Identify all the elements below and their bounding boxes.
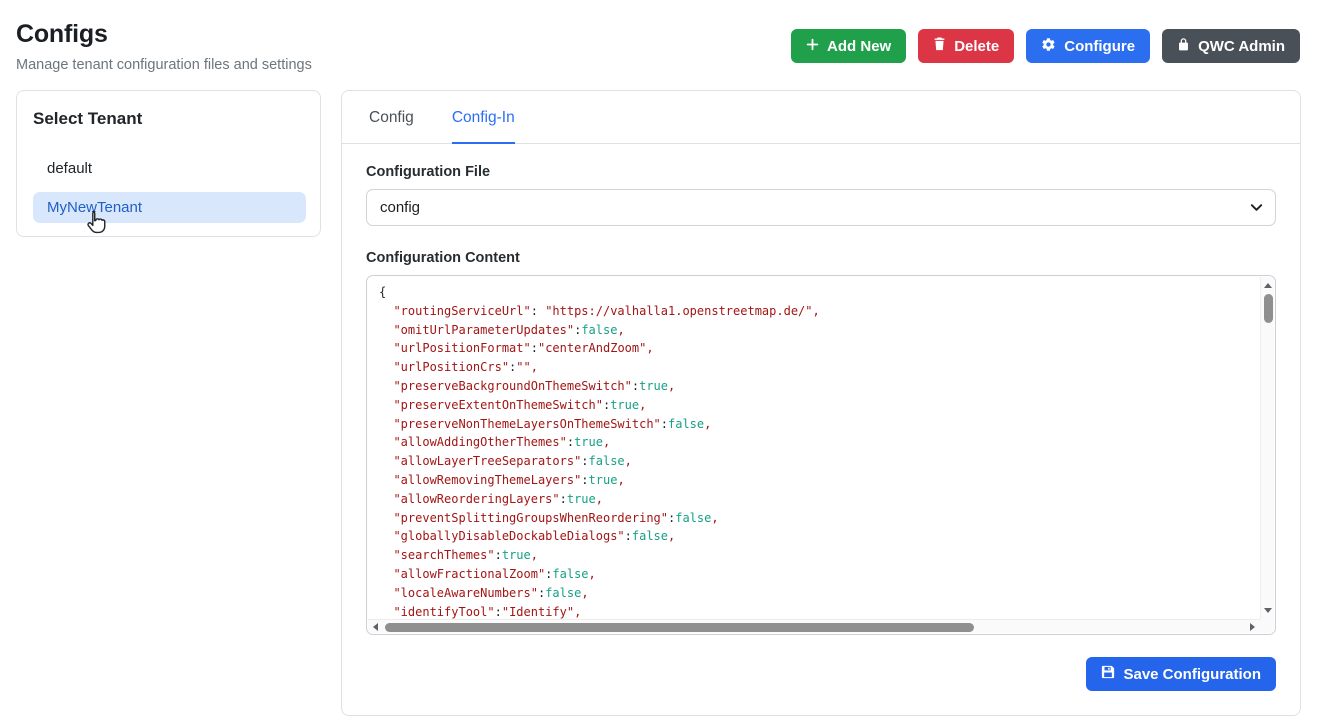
gear-icon [1041,37,1056,56]
scroll-left-arrow-icon[interactable] [373,623,378,631]
configure-label: Configure [1064,38,1135,55]
code-line: "localeAwareNumbers":false, [379,584,1256,603]
config-editor-content: Configuration File config Configuration … [342,144,1300,691]
tenant-panel-title: Select Tenant [33,109,306,129]
code-line: "urlPositionCrs":"", [379,358,1256,377]
plus-icon [806,38,819,55]
code-line: "routingServiceUrl": "https://valhalla1.… [379,302,1256,321]
add-new-button[interactable]: Add New [791,29,906,63]
code-line: "urlPositionFormat":"centerAndZoom", [379,339,1256,358]
tenant-panel: Select Tenant default MyNewTenant [16,90,321,237]
tenant-list: default MyNewTenant [33,153,306,223]
config-editor-panel: Config Config-In Configuration File confi… [341,90,1301,716]
code-line: "allowReorderingLayers":true, [379,490,1256,509]
config-file-select-wrap: config [366,189,1276,226]
tenant-item-default[interactable]: default [33,153,306,184]
code-line: "preserveBackgroundOnThemeSwitch":true, [379,377,1256,396]
trash-icon [933,37,946,55]
qwc-admin-button[interactable]: QWC Admin [1162,29,1300,63]
code-line: "identifyTool":"Identify", [379,603,1256,619]
config-file-label: Configuration File [366,164,1276,180]
delete-label: Delete [954,38,999,55]
save-row: Save Configuration [366,657,1276,691]
tab-bar: Config Config-In [342,91,1300,144]
tab-config-in[interactable]: Config-In [452,91,515,144]
scrollbar-corner [1260,619,1274,633]
code-line: "allowRemovingThemeLayers":true, [379,471,1256,490]
config-content-label: Configuration Content [366,250,1276,266]
config-content-code[interactable]: { "routingServiceUrl": "https://valhalla… [367,276,1260,619]
scroll-down-arrow-icon[interactable] [1264,608,1272,613]
save-icon [1101,665,1115,683]
horizontal-scrollbar-thumb[interactable] [385,623,974,632]
vertical-scrollbar-thumb[interactable] [1264,294,1273,323]
add-new-label: Add New [827,38,891,55]
code-line: "allowFractionalZoom":false, [379,565,1256,584]
code-line: "allowAddingOtherThemes":true, [379,433,1256,452]
code-line: "preserveNonThemeLayersOnThemeSwitch":fa… [379,415,1256,434]
vertical-scrollbar[interactable] [1260,277,1274,619]
code-line: "globallyDisableDockableDialogs":false, [379,527,1256,546]
save-configuration-label: Save Configuration [1123,666,1261,683]
qwc-admin-label: QWC Admin [1198,38,1285,55]
page-subtitle: Manage tenant configuration files and se… [16,57,312,73]
config-file-select[interactable]: config [366,189,1276,226]
code-line: { [379,283,1256,302]
configure-button[interactable]: Configure [1026,29,1150,63]
config-content-editor[interactable]: { "routingServiceUrl": "https://valhalla… [366,275,1276,635]
save-configuration-button[interactable]: Save Configuration [1086,657,1276,691]
tab-config[interactable]: Config [369,91,414,144]
code-line: "preserveExtentOnThemeSwitch":true, [379,396,1256,415]
horizontal-scrollbar[interactable] [368,619,1260,633]
code-line: "allowLayerTreeSeparators":false, [379,452,1256,471]
code-line: "omitUrlParameterUpdates":false, [379,321,1256,340]
code-line: "preventSplittingGroupsWhenReordering":f… [379,509,1256,528]
toolbar: Add New Delete Configure QWC Admin [791,29,1300,63]
scroll-up-arrow-icon[interactable] [1264,283,1272,288]
lock-icon [1177,37,1190,56]
delete-button[interactable]: Delete [918,29,1014,63]
code-line: "searchThemes":true, [379,546,1256,565]
scroll-right-arrow-icon[interactable] [1250,623,1255,631]
page-header: Configs Manage tenant configuration file… [16,20,312,73]
tenant-item-mynewtenant[interactable]: MyNewTenant [33,192,306,223]
page-title: Configs [16,20,312,49]
